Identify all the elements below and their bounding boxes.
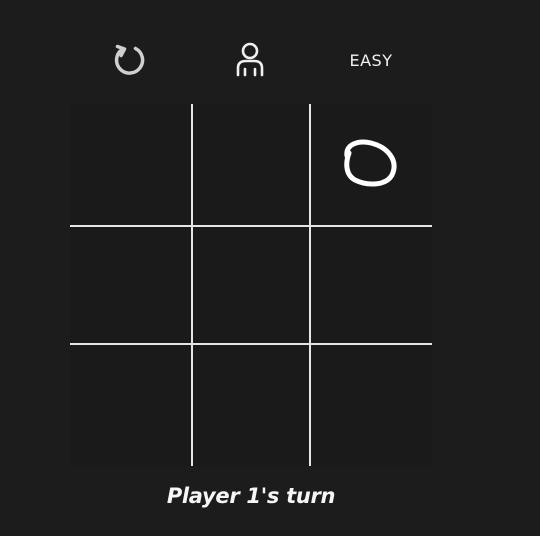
difficulty-button[interactable]: EASY bbox=[340, 38, 402, 82]
board-cell-8[interactable] bbox=[192, 345, 310, 463]
restart-icon bbox=[114, 44, 145, 75]
player-mode-button[interactable] bbox=[228, 38, 272, 82]
board-cell-4[interactable] bbox=[72, 226, 190, 344]
board-cell-5[interactable] bbox=[192, 226, 310, 344]
board-cell-3[interactable] bbox=[311, 106, 429, 224]
board-cell-7[interactable] bbox=[72, 345, 190, 463]
o-mark bbox=[344, 139, 397, 187]
board-cell-1[interactable] bbox=[72, 106, 190, 224]
restart-button[interactable] bbox=[108, 38, 152, 82]
single-player-icon bbox=[236, 42, 264, 77]
game-board bbox=[70, 104, 432, 466]
board-cell-6[interactable] bbox=[311, 226, 429, 344]
turn-status: Player 1's turn bbox=[166, 484, 336, 508]
board-cell-9[interactable] bbox=[311, 345, 429, 463]
board-cell-2[interactable] bbox=[192, 106, 310, 224]
